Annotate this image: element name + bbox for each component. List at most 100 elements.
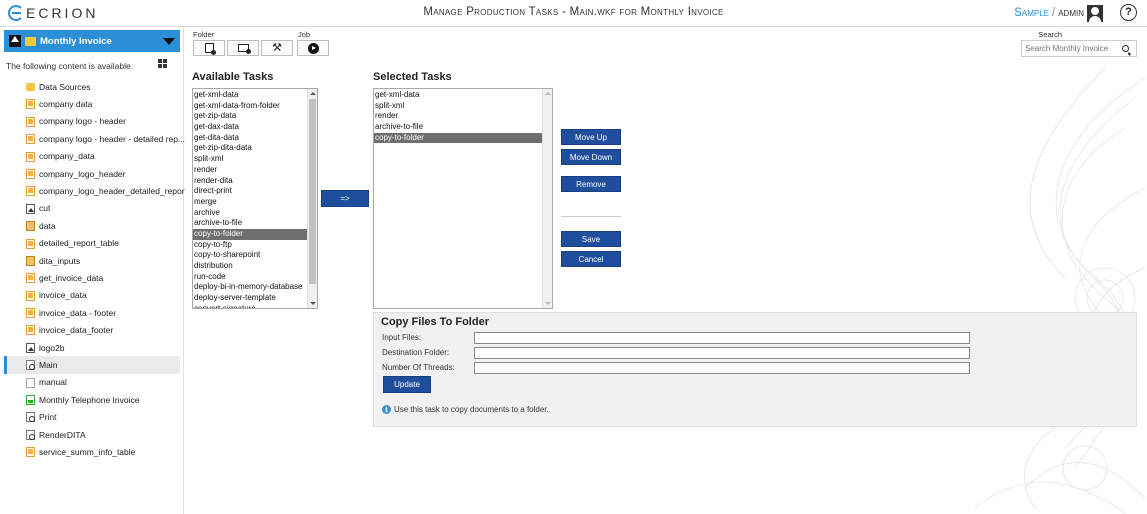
project-selector[interactable]: Monthly Invoice	[4, 30, 180, 52]
top-header: ECRION Manage Production Tasks - Main.wk…	[0, 0, 1147, 27]
sidebar-item[interactable]: company_logo_header_detailed_report	[4, 182, 187, 199]
task-option[interactable]: render	[374, 111, 543, 122]
add-task-button[interactable]: =>	[321, 190, 369, 207]
new-file-button[interactable]	[193, 40, 225, 56]
remove-button[interactable]: Remove	[561, 176, 621, 192]
task-option[interactable]: get-dita-data	[193, 133, 307, 144]
sidebar-item-label: invoice_data	[39, 290, 87, 301]
task-option[interactable]: deploy-bi-in-memory-database	[193, 282, 307, 293]
task-option[interactable]: merge	[193, 197, 307, 208]
task-option[interactable]: get-xml-data	[193, 90, 307, 101]
move-up-button[interactable]: Move Up	[561, 129, 621, 145]
sidebar-item[interactable]: service_summ_info_table	[4, 443, 180, 460]
new-folder-button[interactable]	[227, 40, 259, 56]
project-title: Monthly Invoice	[40, 35, 112, 47]
task-option[interactable]: copy-to-ftp	[193, 240, 307, 251]
scroll-thumb[interactable]	[309, 98, 316, 284]
sidebar-item-label: Monthly Telephone Invoice	[39, 394, 140, 405]
task-option[interactable]: archive	[193, 208, 307, 219]
job-group-label: Job	[298, 30, 311, 39]
sidebar-item[interactable]: Data Sources	[4, 78, 180, 95]
selected-tasks-list[interactable]: get-xml-data split-xml render archive-to-fi…	[373, 88, 553, 309]
task-option[interactable]: distribution	[193, 261, 307, 272]
save-button[interactable]: Save	[561, 231, 621, 247]
sidebar-item[interactable]: RenderDITA	[4, 426, 180, 443]
sidebar-item-label: cut	[39, 203, 51, 214]
task-option[interactable]: get-xml-data-from-folder	[193, 101, 307, 112]
task-option[interactable]: deploy-server-template	[193, 293, 307, 304]
sidebar-item[interactable]: Print	[4, 408, 180, 425]
sidebar-item[interactable]: Main	[4, 356, 180, 374]
folder-icon	[26, 83, 35, 91]
sidebar-item[interactable]: company_data	[4, 148, 180, 165]
task-option[interactable]: get-zip-dita-data	[193, 143, 307, 154]
sidebar-item[interactable]: get_invoice_data	[4, 269, 180, 286]
chevron-down-icon[interactable]	[163, 38, 175, 45]
sidebar-item[interactable]: Monthly Telephone Invoice	[4, 391, 180, 408]
search-box	[1021, 40, 1137, 57]
sidebar-item[interactable]: detailed_report_table	[4, 235, 180, 252]
info-icon: i	[382, 405, 391, 414]
cancel-button[interactable]: Cancel	[561, 251, 621, 267]
move-down-button[interactable]: Move Down	[561, 149, 621, 165]
sidebar-item[interactable]: invoice_data_footer	[4, 321, 180, 338]
task-option[interactable]: run-code	[193, 272, 307, 283]
available-tasks-list[interactable]: get-xml-data get-xml-data-from-folder get-…	[192, 88, 318, 309]
data-file-icon	[26, 325, 35, 336]
sidebar-item-label: detailed_report_table	[39, 238, 119, 249]
sidebar-item[interactable]: invoice_data	[4, 287, 180, 304]
task-option[interactable]: copy-to-sharepoint	[193, 250, 307, 261]
task-option[interactable]: archive-to-file	[193, 218, 307, 229]
scroll-down-icon[interactable]	[545, 302, 551, 305]
task-option[interactable]: archive-to-file	[374, 122, 543, 133]
sidebar-item[interactable]: company_logo_header	[4, 165, 180, 182]
main-content: Folder Job ⚒ Search Available Tasks get-…	[185, 28, 1147, 514]
update-button[interactable]: Update	[383, 376, 431, 393]
task-option[interactable]: get-zip-data	[193, 111, 307, 122]
job-settings-button[interactable]: ⚒	[261, 40, 293, 56]
task-option[interactable]: get-xml-data	[374, 90, 543, 101]
input-files-field[interactable]	[474, 332, 970, 344]
scroll-up-icon[interactable]	[310, 92, 316, 95]
user-context-link[interactable]: Sample	[1014, 7, 1049, 19]
task-option[interactable]: split-xml	[374, 101, 543, 112]
task-option[interactable]: copy-to-folder	[193, 228, 307, 240]
availability-message: The following content is available.	[6, 61, 134, 71]
destination-folder-field[interactable]	[474, 347, 970, 359]
task-option[interactable]: copy-to-folder	[374, 132, 543, 144]
user-menu[interactable]: Sample / admin	[1014, 4, 1103, 22]
run-job-button[interactable]	[297, 40, 329, 56]
selected-tasks-scrollbar[interactable]	[542, 89, 552, 308]
search-input[interactable]	[1022, 44, 1120, 53]
available-tasks-scrollbar[interactable]	[307, 89, 317, 308]
sidebar-item[interactable]: manual	[4, 374, 180, 391]
help-button[interactable]: ?	[1120, 4, 1137, 21]
task-option[interactable]: direct-print	[193, 186, 307, 197]
sidebar-item-label: RenderDITA	[39, 429, 86, 440]
search-icon[interactable]	[1122, 45, 1129, 52]
scroll-down-icon[interactable]	[310, 302, 316, 305]
zip-file-icon	[26, 221, 35, 232]
task-option[interactable]: convert-signature	[193, 304, 307, 308]
task-option[interactable]: render	[193, 165, 307, 176]
user-avatar-icon[interactable]	[1087, 4, 1103, 22]
task-option[interactable]: split-xml	[193, 154, 307, 165]
sidebar-item[interactable]: cut	[4, 200, 180, 217]
sidebar-item[interactable]: company logo - header - detailed rep...	[4, 130, 185, 147]
grid-view-icon[interactable]	[158, 59, 167, 68]
scroll-up-icon[interactable]	[545, 92, 551, 95]
workflow-file-icon	[26, 429, 35, 440]
sidebar-item[interactable]: logo2b	[4, 339, 180, 356]
task-option[interactable]: render-dita	[193, 176, 307, 187]
number-of-threads-field[interactable]	[474, 362, 970, 374]
sidebar-item[interactable]: dita_inputs	[4, 252, 180, 269]
sidebar-item[interactable]: company logo - header	[4, 113, 180, 130]
sidebar-item[interactable]: company data	[4, 95, 180, 112]
sidebar-item[interactable]: invoice_data - footer	[4, 304, 180, 321]
user-name[interactable]: admin	[1058, 7, 1084, 19]
zip-file-icon	[26, 255, 35, 266]
sidebar-item[interactable]: data	[4, 217, 180, 234]
sidebar-item-label: Data Sources	[39, 81, 91, 92]
up-arrow-icon[interactable]	[9, 35, 21, 47]
task-option[interactable]: get-dax-data	[193, 122, 307, 133]
